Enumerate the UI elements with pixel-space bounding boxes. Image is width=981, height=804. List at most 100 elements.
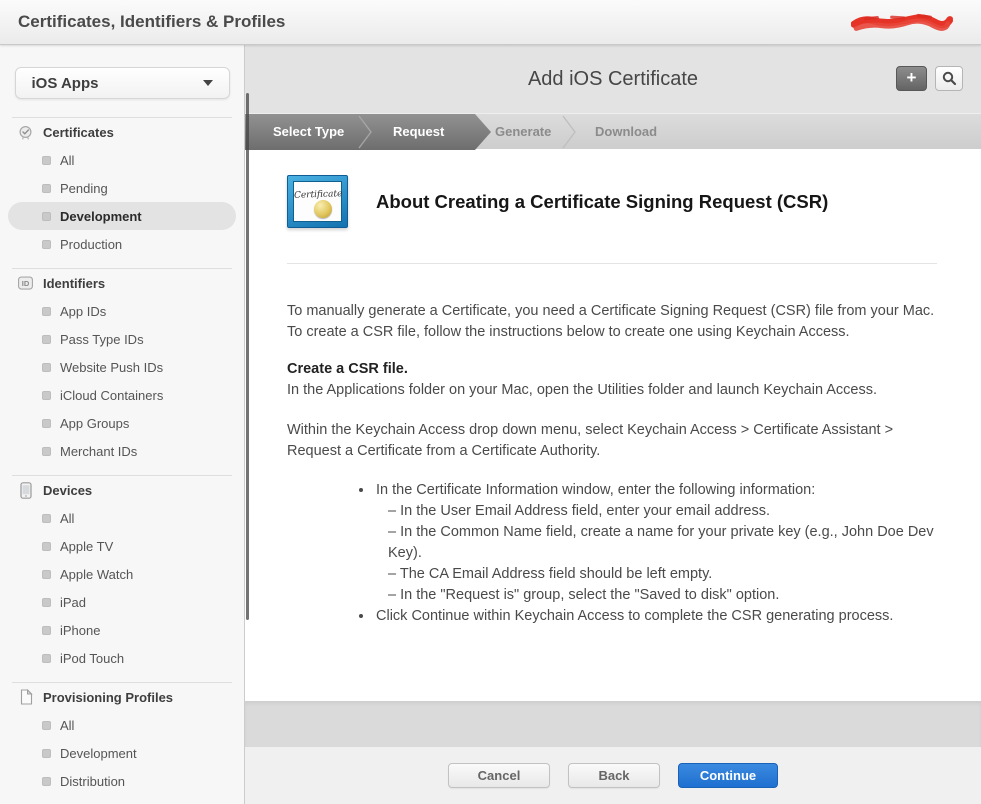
sidebar-item-merchant-ids[interactable]: Merchant IDs	[0, 437, 244, 465]
sidebar-item-label: Development	[60, 745, 137, 761]
sidebar-item-pass-type-ids[interactable]: Pass Type IDs	[0, 325, 244, 353]
create-csr-subheading: Create a CSR file.	[287, 361, 408, 377]
sidebar-item-icloud-containers[interactable]: iCloud Containers	[0, 381, 244, 409]
sidebar-item-app-ids[interactable]: App IDs	[0, 297, 244, 325]
sidebar-section-label: Identifiers	[43, 275, 106, 291]
instruction-list: In the Certificate Information window, e…	[287, 480, 937, 627]
iphone-icon	[18, 481, 33, 499]
redacted-username	[850, 13, 954, 31]
certificate-icon-paper: Certificate	[293, 181, 343, 222]
bullet-icon	[42, 720, 51, 730]
app-body: iOS Apps Certificates All Pending Develo…	[0, 45, 981, 804]
step-download: Download	[595, 124, 658, 139]
sidebar-item-label: Merchant IDs	[60, 443, 138, 459]
sidebar-item-label: Website Push IDs	[60, 359, 164, 375]
ios-apps-dropdown-label: iOS Apps	[31, 74, 99, 92]
sidebar-item-certificates-development[interactable]: Development	[8, 202, 236, 230]
sidebar-item-profiles-distribution[interactable]: Distribution	[0, 767, 244, 795]
step-separator-icon	[358, 115, 372, 149]
list-item-text: Click Continue within Keychain Access to…	[376, 608, 894, 624]
step-generate: Generate	[495, 124, 552, 139]
sidebar-item-app-groups[interactable]: App Groups	[0, 409, 244, 437]
bullet-icon	[42, 446, 51, 456]
document-icon	[18, 689, 33, 705]
sidebar-section-label: Certificates	[43, 124, 114, 140]
keychain-paragraph: Within the Keychain Access drop down men…	[287, 422, 894, 459]
step-request: Request	[393, 124, 445, 139]
sidebar-item-apple-watch[interactable]: Apple Watch	[0, 560, 244, 588]
bullet-icon	[42, 155, 51, 165]
sidebar-section-label: Devices	[43, 482, 93, 498]
sidebar-item-ipad[interactable]: iPad	[0, 588, 244, 616]
step-separator-icon	[562, 115, 576, 149]
bullet-icon	[42, 776, 51, 786]
continue-button[interactable]: Continue	[678, 763, 778, 788]
header-buttons: +	[896, 66, 963, 91]
bullet-icon	[42, 239, 51, 249]
step-select-type: Select Type	[273, 124, 345, 139]
sidebar-section-certificates[interactable]: Certificates	[0, 118, 244, 146]
search-icon	[942, 71, 956, 86]
bullet-icon	[42, 183, 51, 193]
bullet-icon	[42, 569, 51, 579]
plus-icon: +	[906, 68, 917, 87]
sidebar-item-label: App Groups	[60, 415, 130, 431]
main-header: Add iOS Certificate +	[245, 45, 981, 113]
sidebar-section-devices[interactable]: Devices	[0, 476, 244, 504]
sidebar-item-iphone[interactable]: iPhone	[0, 616, 244, 644]
cancel-button[interactable]: Cancel	[448, 763, 550, 788]
search-button[interactable]	[935, 66, 963, 91]
sidebar-item-certificates-production[interactable]: Production	[0, 230, 244, 258]
create-csr-text: In the Applications folder on your Mac, …	[287, 382, 878, 398]
sidebar-item-certificates-all[interactable]: All	[0, 146, 244, 174]
sidebar-item-label: Production	[60, 236, 123, 252]
sidebar-item-profiles-development[interactable]: Development	[0, 739, 244, 767]
bullet-icon	[42, 334, 51, 344]
sidebar-item-apple-tv[interactable]: Apple TV	[0, 532, 244, 560]
sidebar-item-label: iPhone	[60, 622, 101, 638]
sidebar-item-label: Pass Type IDs	[60, 331, 144, 347]
bullet-icon	[42, 625, 51, 635]
sub-list-item: – In the User Email Address field, enter…	[388, 503, 771, 519]
sidebar-item-label: Apple Watch	[60, 566, 134, 582]
add-certificate-button[interactable]: +	[896, 66, 927, 91]
bullet-icon	[42, 306, 51, 316]
sidebar-item-label: All	[60, 510, 75, 526]
sidebar-item-website-push-ids[interactable]: Website Push IDs	[0, 353, 244, 381]
bullet-icon	[42, 418, 51, 428]
article-head: Certificate About Creating a Certificate…	[287, 175, 937, 228]
bottom-band	[245, 701, 981, 747]
sidebar-scrollbar[interactable]	[246, 93, 249, 620]
back-button[interactable]: Back	[568, 763, 660, 788]
sidebar-item-certificates-pending[interactable]: Pending	[0, 174, 244, 202]
sub-list-item: – In the "Request is" group, select the …	[388, 587, 780, 603]
bullet-icon	[42, 748, 51, 758]
article: Certificate About Creating a Certificate…	[245, 149, 981, 701]
sidebar-section-provisioning-profiles[interactable]: Provisioning Profiles	[0, 683, 244, 711]
footer: Cancel Back Continue	[245, 747, 981, 804]
sidebar: iOS Apps Certificates All Pending Develo…	[0, 45, 245, 804]
main-panel: Add iOS Certificate + Select Type Reques…	[245, 45, 981, 804]
certificate-icon: Certificate	[287, 175, 348, 228]
bullet-icon	[42, 362, 51, 372]
sidebar-item-ipod-touch[interactable]: iPod Touch	[0, 644, 244, 672]
sidebar-item-label: Pending	[60, 180, 108, 196]
ios-apps-dropdown[interactable]: iOS Apps	[14, 67, 230, 99]
sidebar-section-identifiers[interactable]: ID Identifiers	[0, 269, 244, 297]
intro-paragraph: To manually generate a Certificate, you …	[287, 303, 935, 340]
sub-list-item: – The CA Email Address field should be l…	[388, 566, 713, 582]
bullet-icon	[42, 597, 51, 607]
sidebar-item-label: App IDs	[60, 303, 107, 319]
certificate-seal-icon	[18, 125, 33, 140]
gold-seal-icon	[314, 200, 332, 218]
topbar: Certificates, Identifiers & Profiles	[0, 0, 981, 45]
sidebar-item-devices-all[interactable]: All	[0, 504, 244, 532]
bullet-icon	[42, 653, 51, 663]
id-badge-icon: ID	[18, 276, 33, 290]
sidebar-item-profiles-all[interactable]: All	[0, 711, 244, 739]
sidebar-item-label: iCloud Containers	[60, 387, 164, 403]
sidebar-item-label: All	[60, 152, 75, 168]
list-item: Click Continue within Keychain Access to…	[374, 606, 937, 627]
step-wizard: Select Type Request Generate Download	[245, 113, 981, 149]
sidebar-item-label: Development	[60, 208, 142, 224]
